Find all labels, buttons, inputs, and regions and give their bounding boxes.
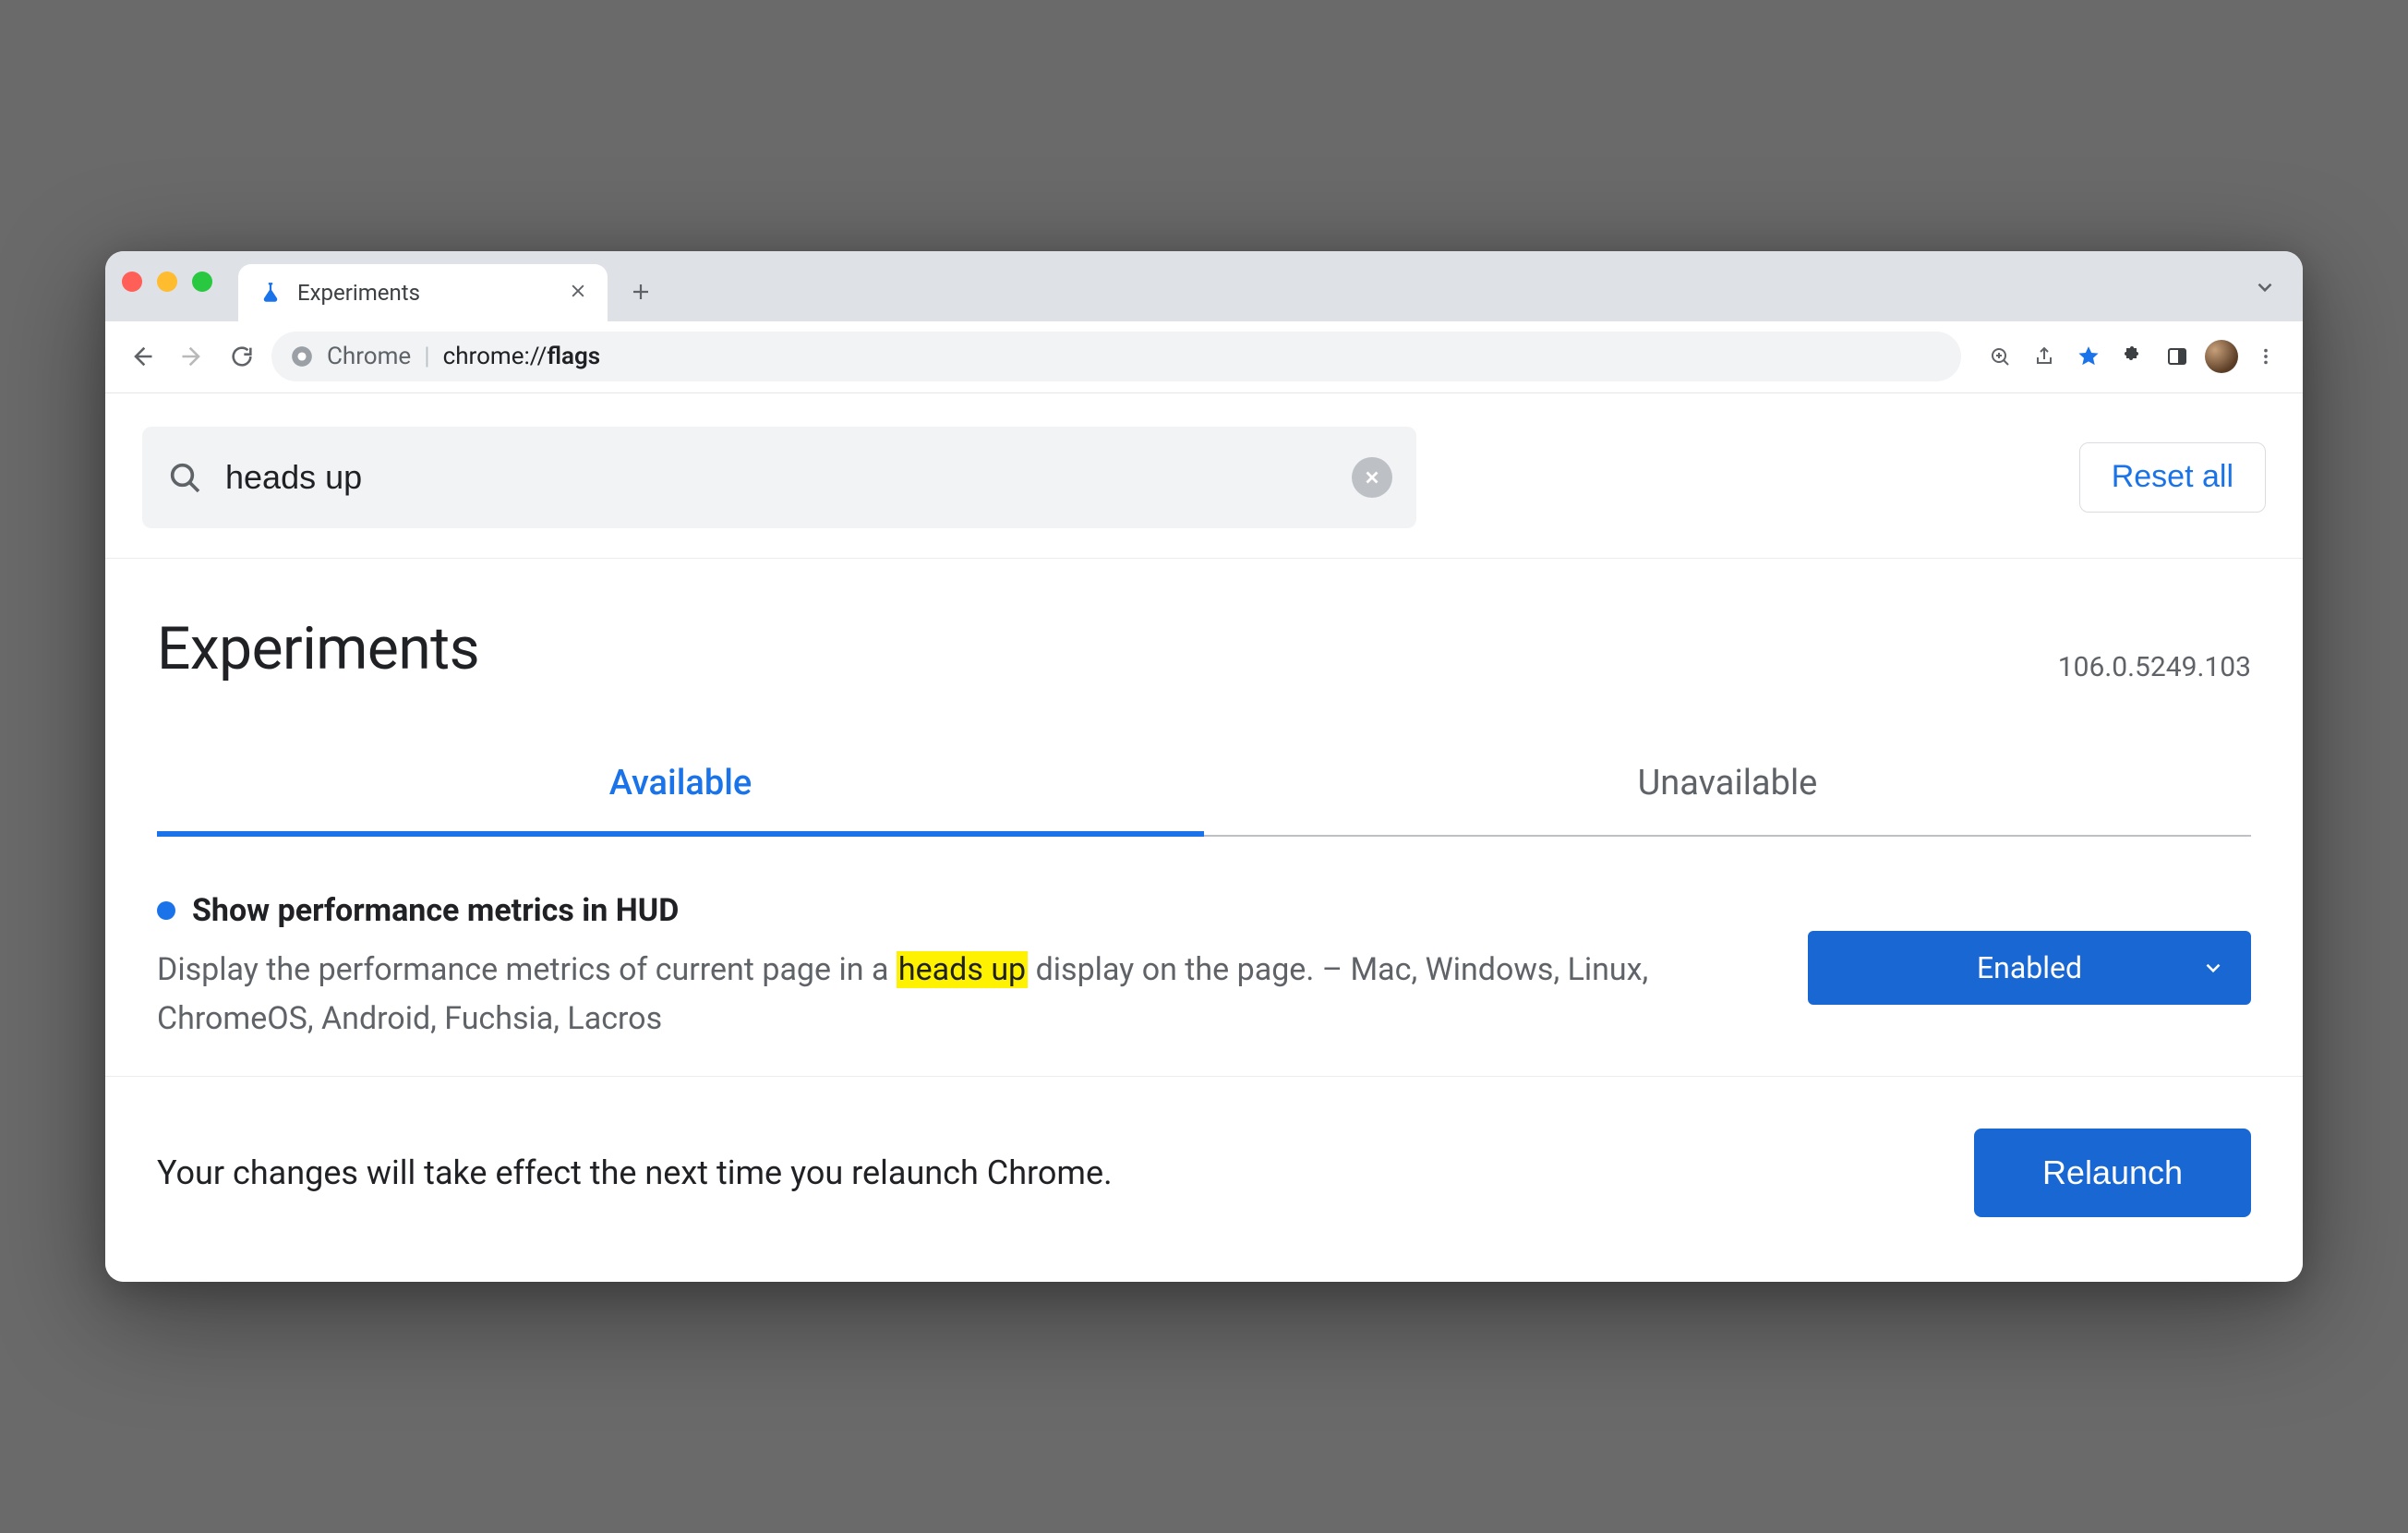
omnibox-url: chrome://flags: [443, 343, 601, 370]
minimize-window-button[interactable]: [157, 272, 177, 292]
flag-description: Display the performance metrics of curre…: [157, 946, 1778, 1043]
search-icon: [166, 459, 203, 496]
flag-text: Show performance metrics in HUD Display …: [157, 892, 1778, 1043]
page-header: Experiments 106.0.5249.103: [105, 559, 2303, 694]
chrome-version: 106.0.5249.103: [2058, 651, 2251, 683]
flags-search-input[interactable]: [223, 457, 1331, 498]
omnibox-chip: Chrome: [327, 343, 411, 370]
relaunch-button[interactable]: Relaunch: [1974, 1129, 2251, 1217]
close-window-button[interactable]: [122, 272, 142, 292]
new-tab-button[interactable]: [619, 270, 663, 314]
omnibox-separator: |: [424, 343, 429, 370]
flags-searchbox[interactable]: [142, 427, 1416, 528]
window-controls: [122, 251, 238, 321]
tab-unavailable[interactable]: Unavailable: [1204, 739, 2251, 837]
reset-all-label: Reset all: [2112, 459, 2233, 495]
browser-toolbar: Chrome | chrome://flags: [105, 321, 2303, 393]
flask-icon: [259, 281, 283, 305]
browser-tab[interactable]: Experiments: [238, 264, 608, 321]
sidepanel-icon[interactable]: [2157, 336, 2197, 377]
tab-overflow-button[interactable]: [2253, 275, 2286, 305]
clear-search-button[interactable]: [1352, 457, 1392, 498]
bookmark-star-icon[interactable]: [2068, 336, 2109, 377]
close-tab-button[interactable]: [569, 281, 587, 305]
page-content: Reset all Experiments 106.0.5249.103 Ava…: [105, 393, 2303, 1282]
flag-title: Show performance metrics in HUD: [192, 892, 679, 929]
modified-dot-icon: [157, 901, 175, 920]
flag-state-value: Enabled: [1977, 950, 2082, 985]
flag-row: Show performance metrics in HUD Display …: [105, 837, 2303, 1077]
relaunch-footer: Your changes will take effect the next t…: [105, 1077, 2303, 1282]
chrome-icon: [290, 344, 314, 368]
tab-title: Experiments: [297, 280, 420, 306]
flag-state-select[interactable]: Enabled: [1808, 931, 2251, 1005]
toolbar-actions: [1980, 336, 2286, 377]
relaunch-message: Your changes will take effect the next t…: [157, 1153, 1113, 1192]
omnibox-chip-label: Chrome: [327, 343, 411, 370]
reset-all-button[interactable]: Reset all: [2079, 442, 2266, 513]
menu-icon[interactable]: [2245, 336, 2286, 377]
page-title: Experiments: [157, 614, 479, 683]
back-button[interactable]: [122, 336, 163, 377]
extensions-icon[interactable]: [2113, 336, 2153, 377]
tab-available[interactable]: Available: [157, 739, 1204, 837]
tab-unavailable-label: Unavailable: [1638, 763, 1818, 803]
relaunch-label: Relaunch: [2042, 1153, 2183, 1191]
flag-desc-pre: Display the performance metrics of curre…: [157, 951, 897, 988]
share-icon[interactable]: [2024, 336, 2065, 377]
flags-topbar: Reset all: [105, 393, 2303, 559]
omnibox-url-path: flags: [547, 343, 600, 370]
tab-available-label: Available: [609, 763, 752, 803]
maximize-window-button[interactable]: [192, 272, 212, 292]
tab-strip: Experiments: [105, 251, 2303, 321]
flag-desc-highlight: heads up: [897, 951, 1028, 988]
reload-button[interactable]: [222, 336, 262, 377]
zoom-icon[interactable]: [1980, 336, 2020, 377]
chevron-down-icon: [2201, 956, 2225, 980]
omnibox[interactable]: Chrome | chrome://flags: [271, 332, 1961, 381]
flags-tabs: Available Unavailable: [105, 694, 2303, 837]
profile-avatar[interactable]: [2201, 336, 2242, 377]
forward-button[interactable]: [172, 336, 212, 377]
omnibox-url-scheme: chrome://: [443, 343, 548, 370]
browser-window: Experiments Chrome |: [105, 251, 2303, 1282]
